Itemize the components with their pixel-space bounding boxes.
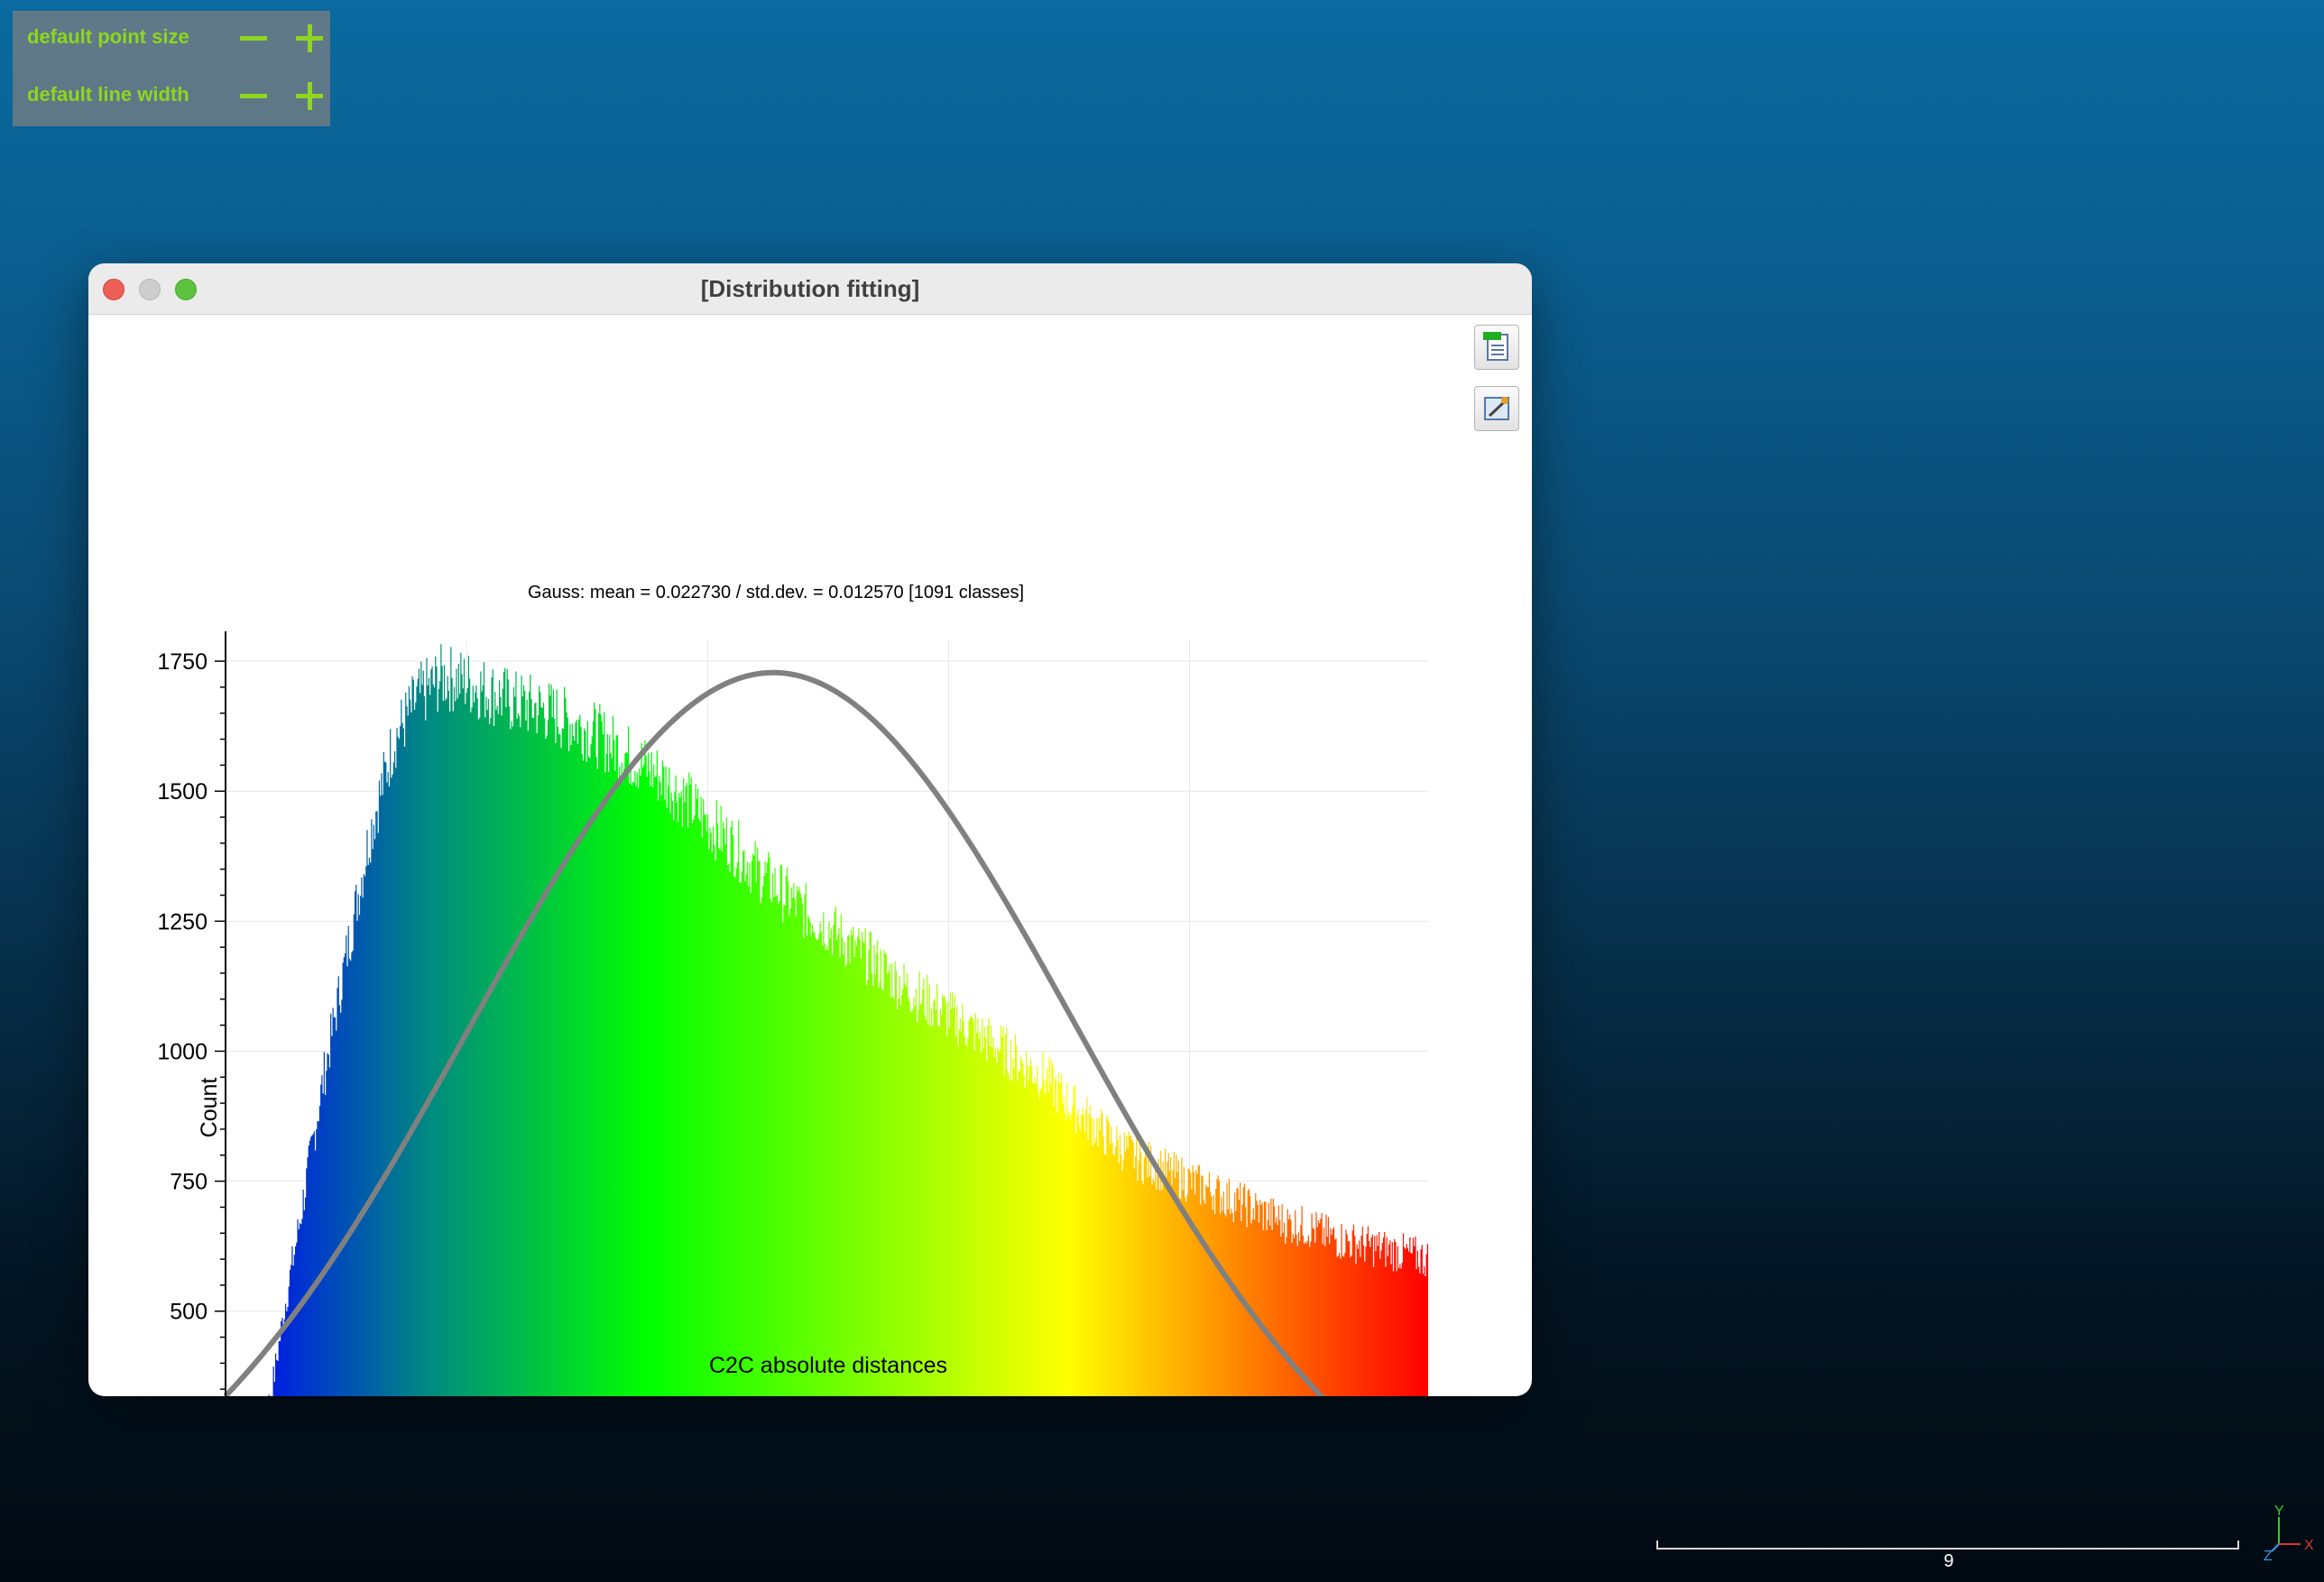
y-tick-label: 1500 xyxy=(157,779,208,805)
point-size-row: default point size xyxy=(13,11,330,65)
y-tick-labels: 02505007501000125015001750 xyxy=(157,649,208,1325)
increase-point-size-button[interactable] xyxy=(283,18,334,58)
csv-export-icon xyxy=(1483,332,1508,361)
display-options-overlay: default point size default line width xyxy=(13,11,330,126)
line-width-row: default line width xyxy=(13,69,330,123)
y-axis-label: Count xyxy=(197,1078,222,1138)
point-size-label: default point size xyxy=(27,25,189,48)
image-export-icon xyxy=(1484,397,1509,420)
scale-bar-label: 9 xyxy=(1943,1551,1954,1571)
window-title: [Distribution fitting] xyxy=(700,275,920,302)
line-width-label: default line width xyxy=(27,83,189,106)
axis-x-label: X xyxy=(2304,1538,2314,1553)
y-tick-label: 1000 xyxy=(157,1039,208,1064)
window-titlebar[interactable]: [Distribution fitting] xyxy=(88,263,1532,315)
y-tick-label: 1250 xyxy=(157,909,208,934)
histogram-chart: Gauss: mean = 0.022730 / std.dev. = 0.01… xyxy=(157,583,1428,1396)
x-axis-label: C2C absolute distances xyxy=(709,1353,947,1378)
chart-title: Gauss: mean = 0.022730 / std.dev. = 0.01… xyxy=(528,583,1024,602)
decrease-point-size-button[interactable] xyxy=(227,18,278,58)
axis-z-label: Z xyxy=(2264,1549,2273,1562)
y-tick-label: 500 xyxy=(170,1300,208,1325)
export-image-button[interactable] xyxy=(1474,386,1519,431)
histogram-bars xyxy=(268,644,1428,1396)
distribution-fitting-window: [Distribution fitting] Gauss: mean = 0.0… xyxy=(88,263,1532,1396)
increase-line-width-button[interactable] xyxy=(283,76,334,115)
axis-triad-icon: Y X Z xyxy=(2264,1504,2314,1562)
export-csv-button[interactable] xyxy=(1474,325,1519,370)
y-tick-label: 750 xyxy=(170,1170,208,1195)
axis-y-label: Y xyxy=(2274,1504,2284,1519)
scale-bar xyxy=(1656,1541,2239,1550)
y-tick-label: 1750 xyxy=(157,649,208,675)
decrease-line-width-button[interactable] xyxy=(227,76,278,115)
